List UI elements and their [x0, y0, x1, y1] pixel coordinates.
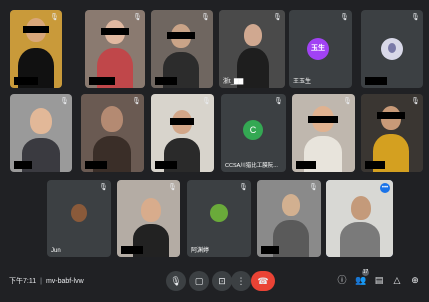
participant-tile[interactable]: 🎙 Jun [47, 180, 111, 257]
participant-tile[interactable]: 🎙 [151, 94, 214, 172]
mic-muted-icon: 🎙 [60, 98, 69, 105]
participant-name [14, 77, 38, 85]
bottom-toolbar: 下午7:11 | mv-babf-lvw 🎙 ▢ ⊡ ⋮ ☎ ⓘ 👥 17 ▤ △ … [0, 262, 429, 302]
participant-tile-self[interactable]: ••• [326, 180, 393, 257]
participant-tile[interactable]: 🎙 [117, 180, 180, 257]
participant-tile[interactable]: 🎙 [361, 94, 423, 172]
people-count-badge: 17 [362, 269, 369, 276]
camera-toggle-button[interactable]: ▢ [189, 271, 209, 291]
chat-button[interactable]: ▤ [372, 273, 386, 287]
participant-tile[interactable]: 🎙 [361, 10, 423, 88]
participant-name: Jun [51, 248, 61, 254]
participant-name: 阿渊婷 [191, 248, 210, 254]
mic-muted-icon: 🎙 [343, 98, 352, 105]
mic-muted-icon: 🎙 [274, 98, 283, 105]
more-vertical-icon: ⋮ [236, 276, 246, 286]
mic-muted-icon: 🎙 [50, 14, 59, 21]
people-button[interactable]: 👥 17 [354, 269, 369, 287]
more-options-button[interactable]: ⋮ [231, 271, 251, 291]
meeting-code: mv-babf-lvw [45, 278, 84, 285]
participant-avatar [210, 204, 228, 222]
participant-name [85, 161, 107, 169]
mic-muted-icon: 🎙 [99, 184, 108, 191]
chat-icon: ▤ [374, 275, 384, 285]
mic-icon: 🎙 [170, 276, 182, 286]
meeting-details-button[interactable]: ⓘ [335, 273, 349, 287]
participant-avatar [71, 204, 87, 222]
participant-avatar [381, 38, 403, 60]
camera-icon: ▢ [194, 276, 204, 286]
participant-name [155, 161, 177, 169]
end-call-button[interactable]: ☎ [251, 271, 275, 291]
participant-name: 浙t_▇▇ [223, 79, 244, 85]
meeting-info: 下午7:11 | mv-babf-lvw [9, 276, 84, 286]
activities-button[interactable]: △ [390, 273, 404, 287]
participant-tile[interactable]: 🎙 阿渊婷 [187, 180, 251, 257]
participant-tile[interactable]: 🎙 [10, 94, 72, 172]
mic-muted-icon: 🎙 [239, 184, 248, 191]
mic-toggle-button[interactable]: 🎙 [166, 271, 186, 291]
end-call-icon: ☎ [257, 276, 269, 286]
participant-tile[interactable]: 玉生 🎙 王玉生 [289, 10, 352, 88]
tile-options-icon[interactable]: ••• [380, 183, 390, 193]
mic-muted-icon: 🎙 [411, 98, 420, 105]
participant-tile[interactable]: 🎙 浙t_▇▇ [219, 10, 285, 88]
info-icon: ⓘ [337, 275, 347, 285]
participant-name [155, 77, 177, 85]
participant-name [296, 161, 316, 169]
mic-muted-icon: 🎙 [201, 14, 210, 21]
participant-tile[interactable]: 🎙 [81, 94, 144, 172]
participant-avatar: 玉生 [307, 38, 329, 60]
mic-muted-icon: 🎙 [168, 184, 177, 191]
participant-name [121, 246, 143, 254]
participant-name [365, 161, 385, 169]
participant-name: CCSA川猎比工膜阮... [225, 163, 278, 169]
activities-icon: △ [393, 275, 401, 285]
host-controls-icon: ⊕ [411, 275, 419, 285]
participant-name [365, 77, 387, 85]
present-icon: ⊡ [218, 276, 226, 286]
host-controls-button[interactable]: ⊕ [408, 273, 422, 287]
mic-muted-icon: 🎙 [132, 98, 141, 105]
meeting-info-separator: | [40, 278, 42, 285]
participant-name [89, 77, 115, 85]
participant-name [14, 161, 32, 169]
mic-muted-icon: 🎙 [340, 14, 349, 21]
meeting-time: 下午7:11 [9, 278, 37, 285]
mic-muted-icon: 🎙 [411, 14, 420, 21]
participant-name [261, 246, 279, 254]
participant-tile[interactable]: 🎙 [151, 10, 213, 88]
participant-tile[interactable]: 🎙 [85, 10, 145, 88]
participant-tile[interactable]: C 🎙 CCSA川猎比工膜阮... [221, 94, 286, 172]
present-button[interactable]: ⊡ [212, 271, 232, 291]
people-icon: 👥 [355, 275, 367, 285]
participant-tile[interactable]: 🎙 [10, 10, 62, 88]
participant-grid: 🎙 🎙 🎙 🎙 浙t_▇▇ 玉生 🎙 王玉生 🎙 🎙 🎙 🎙 C 🎙 CCSA川… [0, 0, 429, 262]
participant-tile[interactable]: 🎙 [292, 94, 355, 172]
mic-muted-icon: 🎙 [273, 14, 282, 21]
participant-tile[interactable]: 🎙 [257, 180, 321, 257]
participant-name: 王玉生 [293, 79, 312, 85]
mic-muted-icon: 🎙 [202, 98, 211, 105]
participant-avatar: C [243, 120, 263, 140]
mic-muted-icon: 🎙 [133, 14, 142, 21]
mic-muted-icon: 🎙 [309, 184, 318, 191]
